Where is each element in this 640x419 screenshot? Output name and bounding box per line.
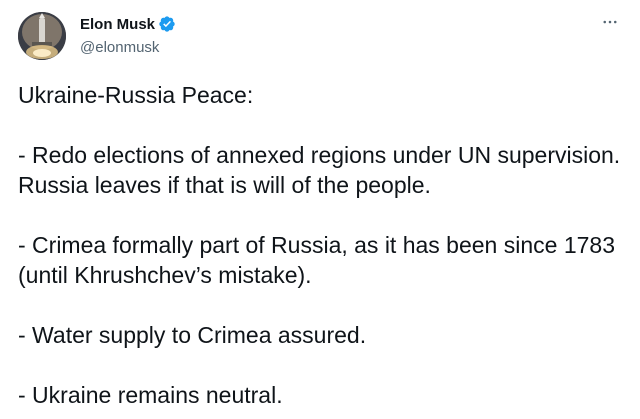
verified-badge-icon (158, 15, 176, 33)
tweet-paragraph: Ukraine-Russia Peace: (18, 82, 254, 108)
tweet-text: Ukraine-Russia Peace: - Redo elections o… (18, 80, 628, 410)
more-horizontal-icon (603, 20, 617, 24)
tweet-paragraph: - Crimea formally part of Russia, as it … (18, 232, 615, 288)
tweet-card: Elon Musk @elonmusk Ukraine-Russia Peace… (0, 0, 640, 419)
tweet-paragraph: - Ukraine remains neutral. (18, 382, 283, 408)
name-row: Elon Musk (80, 14, 176, 34)
tweet-paragraph: - Redo elections of annexed regions unde… (18, 142, 621, 198)
author-block: Elon Musk @elonmusk (80, 14, 176, 55)
rocket-launch-avatar (18, 12, 66, 60)
more-options-button[interactable] (598, 12, 622, 32)
user-handle[interactable]: @elonmusk (80, 40, 176, 55)
display-name[interactable]: Elon Musk (80, 17, 155, 32)
tweet-paragraph: - Water supply to Crimea assured. (18, 322, 367, 348)
avatar[interactable] (18, 12, 66, 60)
